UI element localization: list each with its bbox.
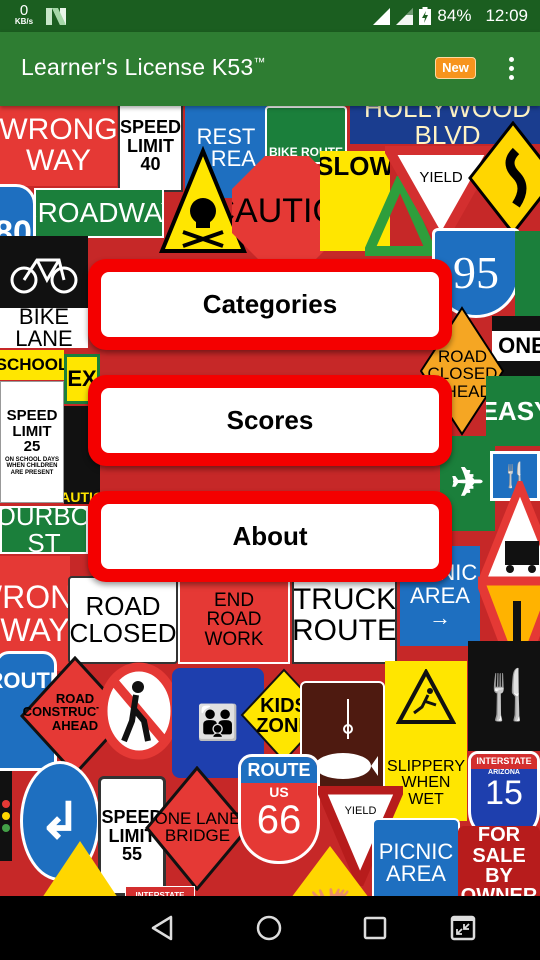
wifi-signal-icon [373,7,391,25]
battery-percent: 84% [437,6,472,25]
more-vert-icon[interactable] [498,50,524,86]
sign-broadway: BROADWAY [34,188,164,238]
app-bar: Learner's License K53™ New [0,32,540,106]
sign-route-66: ROUTE ROUTE US 66 US 66 [238,754,320,864]
sign-bourbon-st: BOURBON ST [0,506,88,554]
clock: 12:09 [485,6,528,25]
sign-school: SCHOOL [0,350,64,380]
sign-end-road-work: END ROAD WORK [178,576,290,664]
about-button-face[interactable]: About [101,504,439,569]
sign-fork-knife: 🍴 [468,641,540,751]
sign-train-crossing [480,481,540,591]
sign-truck-route: TRUCK ROUTE [292,568,397,664]
notification-n-icon [46,8,66,25]
home-icon[interactable] [253,912,285,944]
sign-bike-lane-icon [0,236,88,308]
scores-button-label: Scores [226,405,314,435]
sign-speed-limit-25: SPEED LIMIT 25 ON SCHOOL DAYS WHEN CHILD… [0,381,64,503]
network-speed-value: 0 [19,2,29,19]
sign-no-pedestrians [98,661,180,761]
minimize-window-icon[interactable] [447,912,479,944]
sign-bike-lane: BIKE LANE [0,308,88,348]
app-title: Learner's License K53™ [21,54,266,81]
sign-traffic-light [0,771,12,861]
app-title-text: Learner's License K53 [21,54,254,80]
sign-wrong-way: WRONG WAY [0,106,117,186]
scores-button-face[interactable]: Scores [101,388,439,453]
sign-for-sale: FOR SALE BY OWNER [458,826,540,896]
scores-button[interactable]: Scores [88,375,452,466]
sign-interstate-bottom: INTERSTATE [125,886,195,896]
battery-charging-icon [419,7,432,25]
network-speed-indicator: 0 KB/s [12,3,36,26]
network-speed-unit: KB/s [14,17,34,26]
status-bar: 0 KB/s 84% 12:09 [0,0,540,32]
categories-button[interactable]: Categories [88,259,452,350]
categories-button-face[interactable]: Categories [101,272,439,337]
new-badge[interactable]: New [435,57,476,79]
about-button[interactable]: About [88,491,452,582]
trademark-symbol: ™ [253,55,266,69]
categories-button-label: Categories [202,289,338,319]
recents-icon[interactable] [359,912,391,944]
sign-one-lane-bridge: ONE LANE BRIDGE [145,766,250,891]
sign-picnic-area-bottom: PICNIC AREA [372,818,460,896]
sign-exit-green [515,231,540,321]
cell-signal-icon [396,7,414,25]
back-icon[interactable] [147,912,179,944]
sign-road-closed: ROAD CLOSED [68,576,178,664]
navigation-bar [0,896,540,960]
about-button-label: About [232,521,308,551]
sign-winding-road [468,121,540,236]
